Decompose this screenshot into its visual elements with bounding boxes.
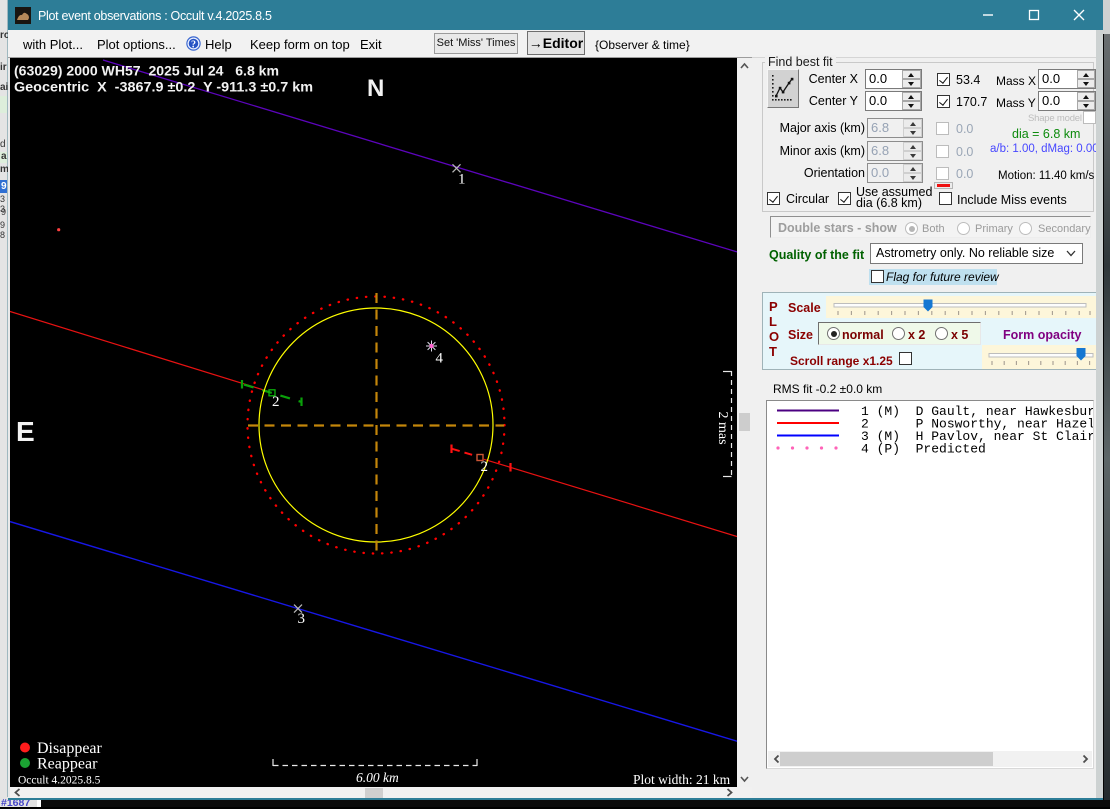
svg-text:Plot width: 21 km: Plot width: 21 km (633, 772, 731, 787)
svg-text:2: 2 (272, 394, 280, 410)
svg-text:N: N (367, 75, 384, 102)
svg-text:Occult 4.2025.8.5: Occult 4.2025.8.5 (18, 775, 101, 787)
svg-text:2 mas: 2 mas (715, 411, 730, 444)
svg-text:Geocentric X -3867.9 ±0.2 Y: Geocentric X -3867.9 ±0.2 Y -911.3 ±0.7 … (14, 79, 313, 95)
svg-text:1: 1 (458, 172, 466, 188)
svg-text:?: ? (191, 39, 196, 50)
svg-text:E: E (16, 416, 35, 447)
svg-text:6.00 km: 6.00 km (356, 770, 399, 785)
svg-text:Reappear: Reappear (37, 756, 98, 773)
svg-text:4 (P) Predicted: 4 (P) Predicted (861, 442, 986, 457)
svg-text:4: 4 (436, 351, 444, 367)
svg-text:2: 2 (481, 459, 489, 475)
svg-text:Disappear: Disappear (37, 740, 103, 757)
svg-text:(63029) 2000 WH57 2025 Jul 24: (63029) 2000 WH57 2025 Jul 24 6.8 km (14, 63, 279, 79)
svg-text:3: 3 (298, 611, 306, 627)
